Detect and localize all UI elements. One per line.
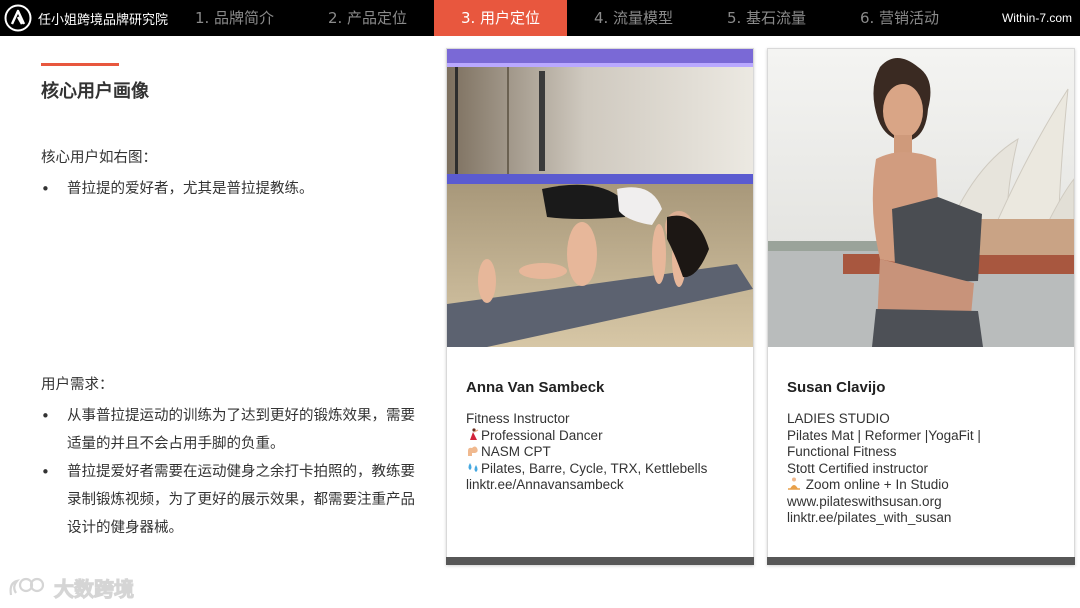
watermark-logo-icon xyxy=(9,577,45,596)
profile-bio: LADIES STUDIO Pilates Mat | Reformer |Yo… xyxy=(787,411,1067,527)
bio-text: Fitness Instructor xyxy=(466,411,570,426)
section-tabs: 1. 品牌简介 2. 产品定位 3. 用户定位 4. 流量模型 5. 基石流量 … xyxy=(168,0,966,36)
outdoor-portrait-photo xyxy=(768,49,1074,347)
profile-photo xyxy=(447,49,753,347)
page-title: 核心用户画像 xyxy=(41,81,149,102)
list-item: 从事普拉提运动的训练为了达到更好的锻炼效果，需要适量的并且不会占用手脚的负重。 xyxy=(41,402,421,458)
profile-photo xyxy=(768,49,1074,347)
tab-user-positioning[interactable]: 3. 用户定位 xyxy=(434,0,567,36)
list-item: 普拉提的爱好者，尤其是普拉提教练。 xyxy=(41,175,421,203)
bio-text: Pilates, Barre, Cycle, TRX, Kettlebells xyxy=(481,460,708,476)
brand-logo-icon xyxy=(4,4,32,32)
bio-text: Pilates Mat | Reformer |YogaFit | xyxy=(787,427,981,443)
profile-card-anna[interactable]: Anna Van Sambeck Fitness Instructor Prof… xyxy=(446,48,754,565)
bio-text: Zoom online + In Studio xyxy=(805,477,949,492)
bio-line: linktr.ee/Annavansambeck xyxy=(466,477,746,494)
flexed-bicep-icon xyxy=(468,446,478,456)
bio-line: Pilates, Barre, Cycle, TRX, Kettlebells xyxy=(466,461,746,478)
core-users-block: 核心用户如右图： 普拉提的爱好者，尤其是普拉提教练。 xyxy=(41,147,421,203)
user-needs-list: 从事普拉提运动的训练为了达到更好的锻炼效果，需要适量的并且不会占用手脚的负重。 … xyxy=(41,402,421,542)
core-users-heading: 核心用户如右图： xyxy=(41,150,157,166)
bio-line: Stott Certified instructor xyxy=(787,461,1067,478)
bio-line: Fitness Instructor xyxy=(466,411,746,428)
core-users-list: 普拉提的爱好者，尤其是普拉提教练。 xyxy=(41,175,421,203)
bio-line: LADIES STUDIO xyxy=(787,411,1067,428)
user-needs-block: 用户需求： 从事普拉提运动的训练为了达到更好的锻炼效果，需要适量的并且不会占用手… xyxy=(41,374,421,542)
user-needs-heading: 用户需求： xyxy=(41,377,114,393)
bio-line: Professional Dancer xyxy=(466,428,746,445)
title-accent-rule xyxy=(41,63,119,66)
bio-text: NASM CPT xyxy=(481,444,551,459)
profile-bio: Fitness Instructor Professional Dancer N… xyxy=(466,411,746,494)
meditation-icon xyxy=(788,477,800,490)
tab-traffic-model[interactable]: 4. 流量模型 xyxy=(567,0,700,36)
sweat-drops-icon xyxy=(468,462,478,472)
bio-text: Stott Certified instructor xyxy=(787,460,929,476)
profile-name: Anna Van Sambeck xyxy=(466,379,605,396)
profile-name: Susan Clavijo xyxy=(787,379,886,396)
watermark-text: 大数跨境 xyxy=(54,576,135,601)
profile-card-susan[interactable]: Susan Clavijo LADIES STUDIO Pilates Mat … xyxy=(767,48,1075,565)
bio-text: Professional Dancer xyxy=(481,427,603,443)
studio-pilates-photo xyxy=(447,49,753,347)
card-footer-bar xyxy=(446,557,754,565)
watermark: 大数跨境 xyxy=(8,574,135,601)
bio-line: Zoom online + In Studio xyxy=(787,477,1067,494)
bio-line: Pilates Mat | Reformer |YogaFit | xyxy=(787,428,1067,445)
list-item: 普拉提爱好者需要在运动健身之余打卡拍照的，教练要录制锻炼视频，为了更好的展示效果… xyxy=(41,458,421,542)
bio-line: Functional Fitness xyxy=(787,444,1067,461)
bio-line: www.pilateswithsusan.org xyxy=(787,494,1067,511)
bio-text: LADIES STUDIO xyxy=(787,411,890,426)
top-navigation-bar: 任小姐跨境品牌研究院 1. 品牌简介 2. 产品定位 3. 用户定位 4. 流量… xyxy=(0,0,1080,36)
tab-product-positioning[interactable]: 2. 产品定位 xyxy=(301,0,434,36)
site-link[interactable]: Within-7.com xyxy=(1002,0,1072,36)
bio-line: NASM CPT xyxy=(466,444,746,461)
tab-brand-intro[interactable]: 1. 品牌简介 xyxy=(168,0,301,36)
dancer-icon xyxy=(470,427,479,440)
brand-name: 任小姐跨境品牌研究院 xyxy=(38,12,169,28)
bio-line: linktr.ee/pilates_with_susan xyxy=(787,510,1067,527)
bio-text: Functional Fitness xyxy=(787,444,897,459)
tab-foundation-traffic[interactable]: 5. 基石流量 xyxy=(700,0,833,36)
bio-link[interactable]: www.pilateswithsusan.org xyxy=(787,494,942,509)
brand[interactable]: 任小姐跨境品牌研究院 xyxy=(4,4,168,32)
card-footer-bar xyxy=(767,557,1075,565)
bio-link[interactable]: linktr.ee/Annavansambeck xyxy=(466,477,624,492)
tab-marketing-campaigns[interactable]: 6. 营销活动 xyxy=(833,0,966,36)
bio-link[interactable]: linktr.ee/pilates_with_susan xyxy=(787,510,951,525)
